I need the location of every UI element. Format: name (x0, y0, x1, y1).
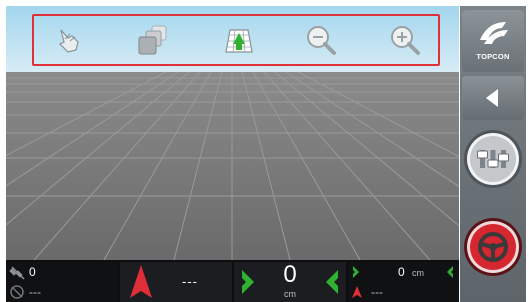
satellite-icon (9, 266, 25, 280)
zoom-in-icon[interactable] (384, 20, 428, 60)
topcon-logo: TOPCON (462, 10, 524, 72)
heading-value: --- (182, 274, 198, 289)
steer-left-chevron-icon (326, 270, 338, 294)
steering-wheel-icon (464, 218, 522, 276)
vehicle-arrow-icon (130, 265, 152, 298)
autosteer-button[interactable] (462, 216, 524, 278)
small-right-chevron-icon (353, 266, 359, 278)
sliders-icon (464, 130, 522, 188)
small-vehicle-arrow-icon (352, 286, 362, 298)
signal-quality-value: --- (29, 285, 41, 299)
secondary-guidance-cell[interactable]: 0 cm --- (348, 262, 459, 302)
right-sidebar: TOPCON (460, 6, 526, 302)
field-grid-icon[interactable] (216, 20, 260, 60)
topcon-logo-icon (480, 22, 508, 44)
collapse-button[interactable] (462, 76, 524, 120)
logo-text: TOPCON (476, 52, 510, 61)
status-bar: 0 --- --- 0 cm 0 cm --- (6, 260, 459, 302)
secondary-sub-value: --- (371, 285, 383, 299)
signal-quality-icon (10, 285, 24, 299)
view-toolbar (32, 14, 440, 66)
settings-button[interactable] (462, 128, 524, 190)
view-layers-icon[interactable] (130, 20, 174, 60)
small-left-chevron-icon (447, 266, 453, 278)
gps-status-cell[interactable]: 0 --- (6, 262, 118, 302)
heading-cell[interactable]: --- (120, 262, 232, 302)
guidance-screen: TOPCON 0 --- --- 0 cm 0 cm --- (0, 0, 529, 302)
offline-distance-cell[interactable]: 0 cm (234, 262, 346, 302)
satellite-count: 0 (29, 265, 36, 279)
hand-pan-icon[interactable] (48, 20, 92, 60)
left-arrow-icon (486, 89, 498, 107)
secondary-unit: cm (412, 268, 424, 278)
secondary-value: 0 (398, 265, 405, 279)
zoom-out-icon[interactable] (300, 20, 344, 60)
